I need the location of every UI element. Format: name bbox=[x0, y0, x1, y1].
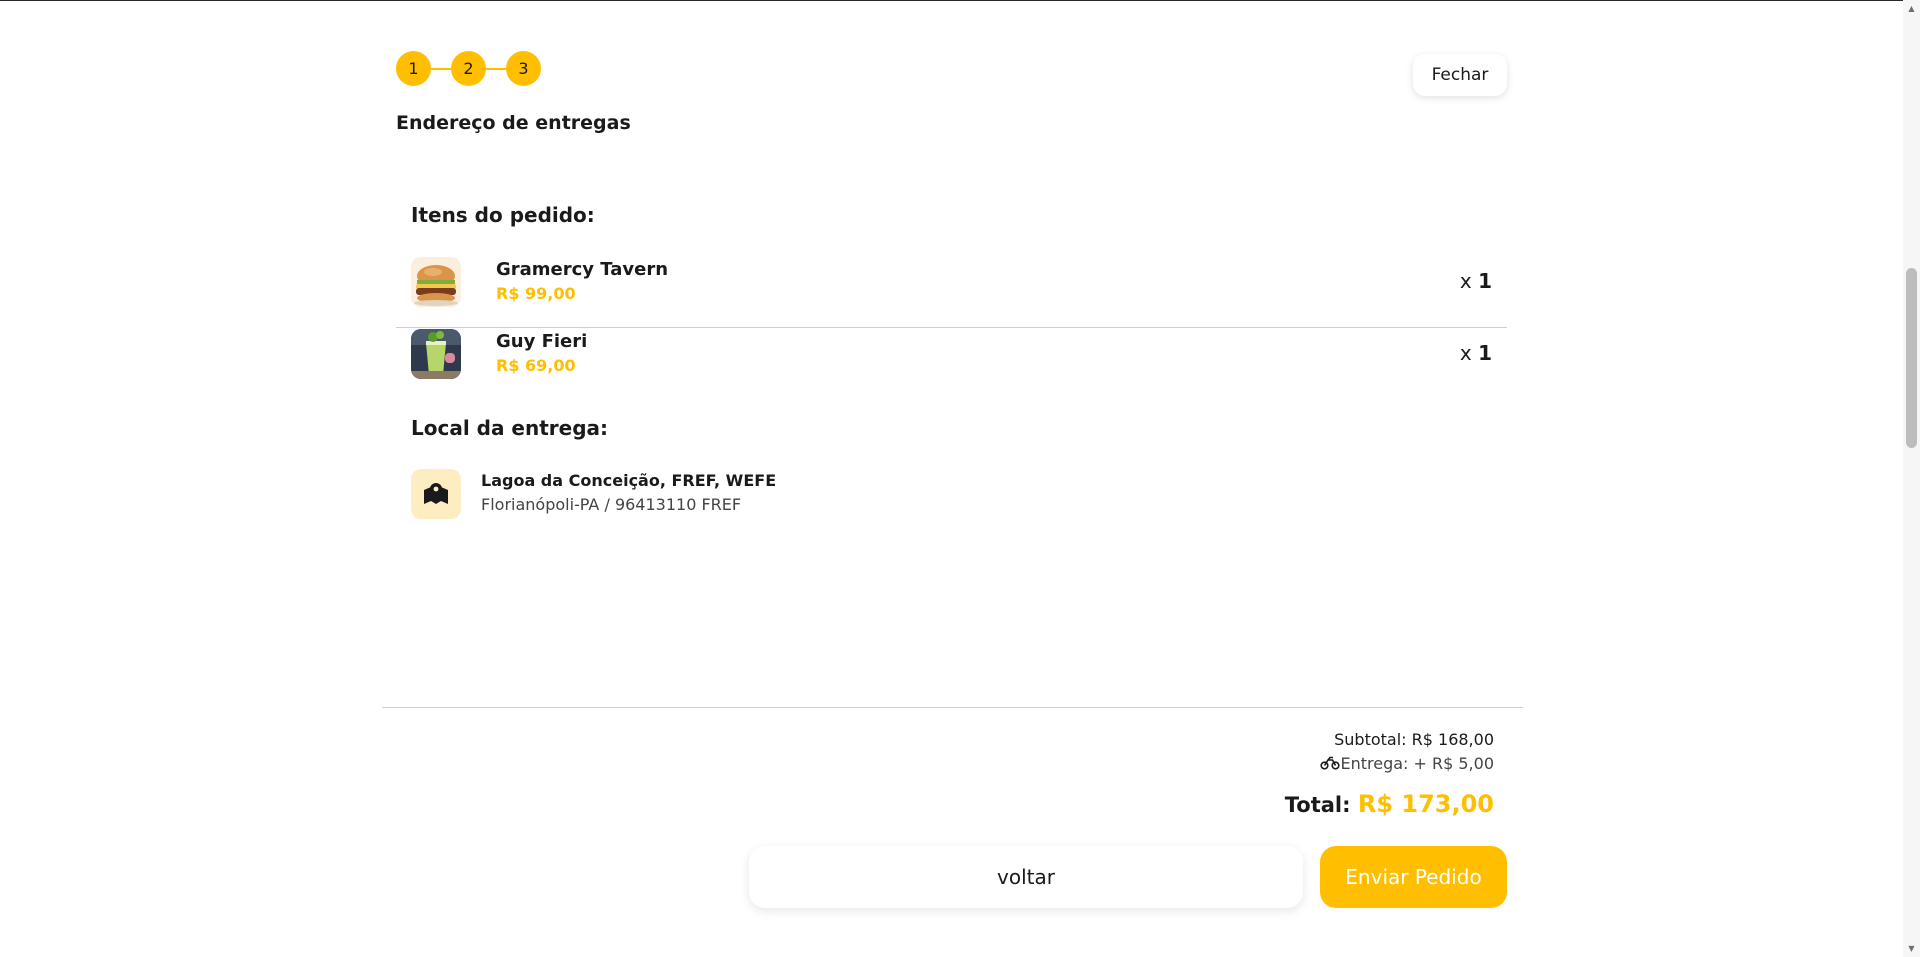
address-line-2: Florianópoli-PA / 96413110 FREF bbox=[481, 495, 742, 514]
item-name: Gramercy Tavern bbox=[496, 259, 669, 280]
burger-photo bbox=[411, 257, 461, 307]
order-item: Gramercy Tavern R$ 99,00 x 1 bbox=[396, 257, 1507, 328]
subtotal: Subtotal: R$ 168,00 bbox=[1334, 730, 1494, 749]
address-line-1: Lagoa da Conceição, FREF, WEFE bbox=[481, 471, 777, 490]
delivery-fee-text: Entrega: + R$ 5,00 bbox=[1340, 754, 1494, 773]
quantity-prefix: x bbox=[1459, 341, 1472, 365]
page-scrollbar[interactable]: ▲ ▼ bbox=[1903, 0, 1920, 957]
scroll-thumb[interactable] bbox=[1906, 268, 1917, 448]
total-label: Total: bbox=[1284, 793, 1351, 817]
step-1: 1 bbox=[396, 51, 431, 86]
quantity-prefix: x bbox=[1459, 269, 1472, 293]
checkout-modal: 1 2 3 Fechar Endereço de entregas Itens … bbox=[382, 0, 1523, 957]
drink-photo bbox=[411, 329, 461, 379]
summary-divider bbox=[382, 707, 1523, 708]
total-value: R$ 173,00 bbox=[1357, 790, 1494, 818]
scroll-down-arrow-icon[interactable]: ▼ bbox=[1903, 940, 1920, 957]
send-order-button[interactable]: Enviar Pedido bbox=[1320, 846, 1507, 908]
item-name: Guy Fieri bbox=[496, 331, 588, 352]
step-connector bbox=[431, 67, 451, 70]
step-indicator: 1 2 3 bbox=[396, 51, 541, 86]
step-title: Endereço de entregas bbox=[396, 112, 631, 134]
order-item: Guy Fieri R$ 69,00 x 1 bbox=[396, 329, 1507, 400]
step-2: 2 bbox=[451, 51, 486, 86]
order-total: Total: R$ 173,00 bbox=[1285, 790, 1494, 818]
quantity-value: 1 bbox=[1478, 341, 1492, 365]
delivery-fee: Entrega: + R$ 5,00 bbox=[1320, 754, 1494, 773]
item-quantity: x 1 bbox=[1460, 269, 1492, 293]
map-icon bbox=[411, 469, 461, 519]
item-price: R$ 99,00 bbox=[496, 284, 576, 303]
back-button[interactable]: voltar bbox=[749, 846, 1303, 908]
item-price: R$ 69,00 bbox=[496, 356, 576, 375]
step-3: 3 bbox=[506, 51, 541, 86]
close-button[interactable]: Fechar bbox=[1413, 54, 1507, 96]
scroll-up-arrow-icon[interactable]: ▲ bbox=[1903, 0, 1920, 17]
order-items-title: Itens do pedido: bbox=[411, 203, 595, 227]
quantity-value: 1 bbox=[1478, 269, 1492, 293]
step-connector bbox=[486, 67, 506, 70]
delivery-location-title: Local da entrega: bbox=[411, 416, 609, 440]
motorcycle-icon bbox=[1320, 754, 1341, 773]
item-quantity: x 1 bbox=[1460, 341, 1492, 365]
